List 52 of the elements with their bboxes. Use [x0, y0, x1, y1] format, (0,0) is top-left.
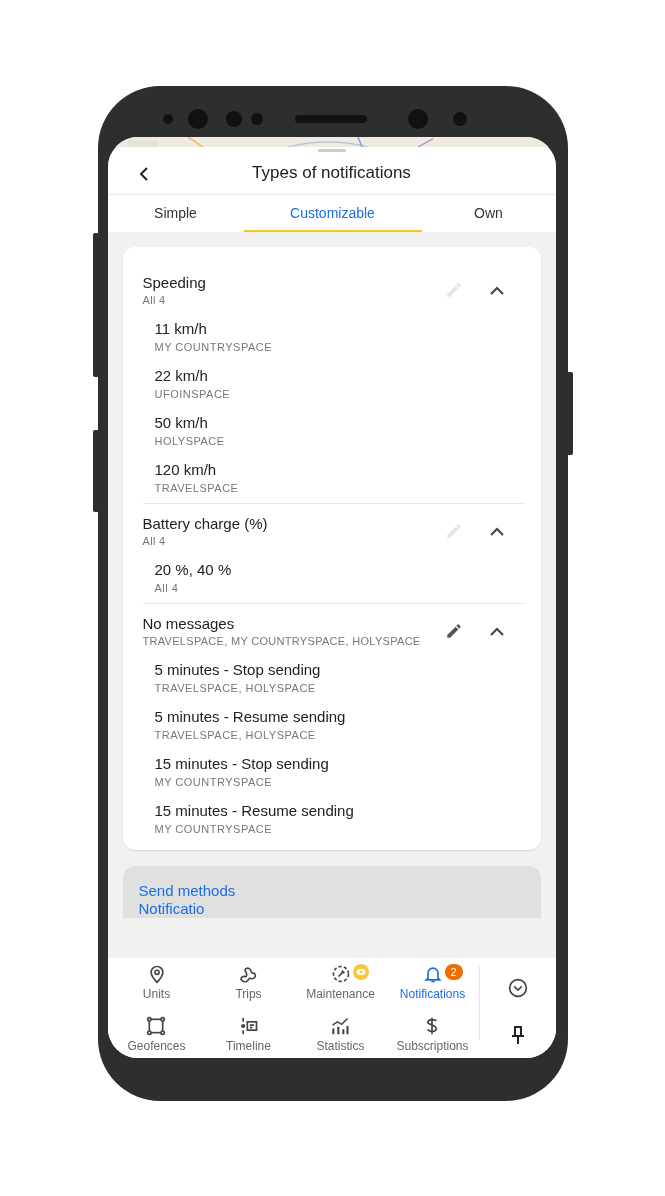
link[interactable]: Send methods	[138, 882, 525, 900]
units-label: TRAVELSPACE, MY COUNTRYSPACE, HOLYSPACE	[142, 635, 422, 647]
units-label: UFOINSPACE	[154, 388, 232, 400]
units-label: All 4	[142, 535, 167, 547]
side-button[interactable]	[92, 233, 99, 377]
nav-item[interactable]: Units	[142, 964, 171, 1001]
notification-name: 5 minutes - Resume sending	[154, 708, 347, 725]
timeline-icon	[238, 1016, 259, 1036]
nav-item[interactable]: Timeline	[226, 1016, 271, 1053]
nav-item[interactable]: Statistics	[316, 1016, 365, 1053]
collapse-icon[interactable]	[489, 526, 504, 536]
nav-item[interactable]: Maintenance	[306, 964, 375, 1001]
collapse-icon[interactable]	[489, 626, 504, 636]
screen-title: Types of notifications	[252, 163, 411, 183]
tab[interactable]: Own	[421, 195, 556, 232]
notification-type-name: Speeding	[142, 274, 207, 291]
link[interactable]: Notificatio	[138, 900, 525, 918]
units-label: MY COUNTRYSPACE	[154, 823, 274, 835]
notification-name: 15 minutes - Stop sending	[154, 755, 330, 772]
units-label: MY COUNTRYSPACE	[154, 776, 274, 788]
collapse-icon[interactable]	[489, 285, 504, 295]
eye-badge	[352, 964, 369, 980]
nav-item[interactable]: Trips	[235, 964, 262, 1001]
tab[interactable]: Simple	[107, 195, 244, 232]
notification-name: 20 %, 40 %	[154, 561, 233, 578]
notification-name: 50 km/h	[154, 414, 209, 431]
notification-name: 22 km/h	[154, 367, 209, 384]
units-label: TRAVELSPACE	[154, 482, 240, 494]
units-label: All 4	[154, 582, 180, 594]
units-label: TRAVELSPACE, HOLYSPACE	[154, 682, 317, 694]
notification-name: 120 km/h	[154, 461, 218, 478]
notification-name: 5 minutes - Stop sending	[154, 661, 322, 678]
units-label: HOLYSPACE	[154, 435, 226, 447]
chevron-down-circle-icon[interactable]	[507, 978, 528, 998]
edit-icon[interactable]	[444, 622, 463, 640]
units-label: TRAVELSPACE, HOLYSPACE	[154, 729, 317, 741]
units-label: MY COUNTRYSPACE	[154, 341, 274, 353]
count-badge: 2	[444, 964, 463, 980]
pin-icon[interactable]	[509, 1026, 526, 1044]
route-icon	[238, 964, 259, 984]
polygon-icon	[146, 1016, 167, 1036]
nav-item[interactable]: Geofences	[127, 1016, 186, 1053]
bell-icon	[422, 964, 443, 984]
nav-item[interactable]: Subscriptions	[396, 1016, 469, 1053]
notification-type-name: No messages	[142, 615, 236, 632]
notification-name: 15 minutes - Resume sending	[154, 802, 355, 819]
notification-name: 11 km/h	[154, 320, 208, 337]
units-label: All 4	[142, 294, 167, 306]
drag-handle[interactable]	[317, 149, 346, 152]
notification-type-name: Battery charge (%)	[142, 515, 269, 532]
side-button[interactable]	[92, 430, 99, 512]
bar-chart-icon	[330, 1016, 351, 1036]
